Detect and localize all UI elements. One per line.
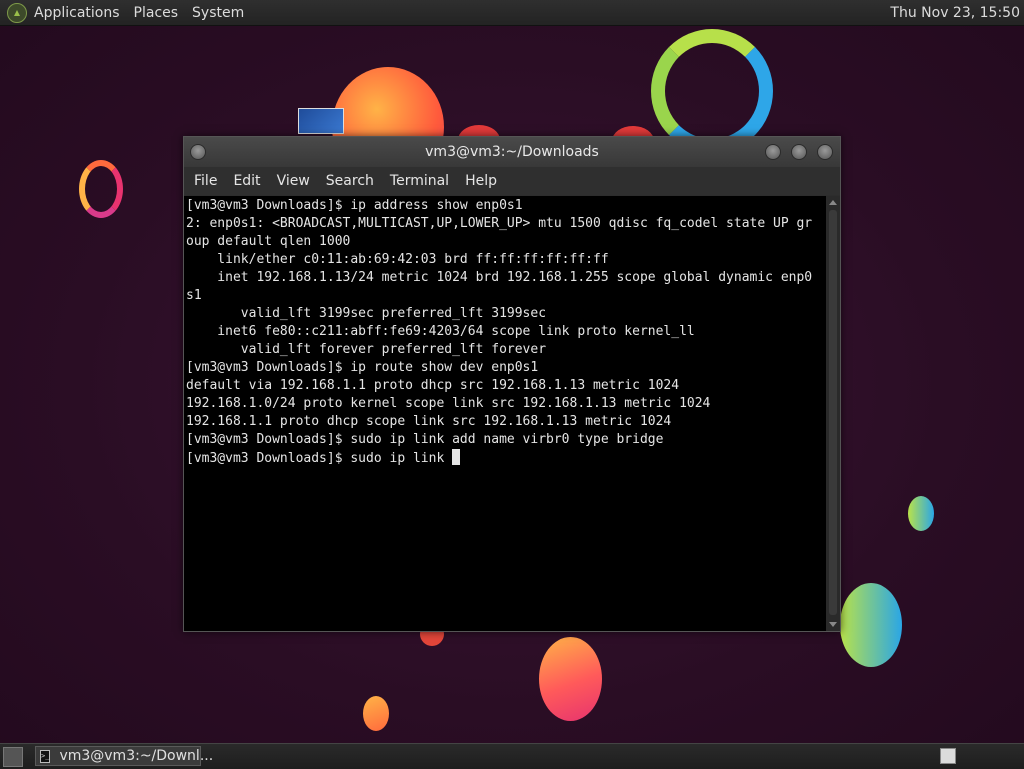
terminal-line: link/ether c0:11:ab:69:42:03 brd ff:ff:f… [186,252,609,267]
titlebar[interactable]: vm3@vm3:~/Downloads [184,137,840,167]
scrollbar[interactable] [826,196,840,631]
maximize-icon[interactable] [791,144,807,160]
window-title: vm3@vm3:~/Downloads [425,144,599,160]
terminal-line: valid_lft forever preferred_lft forever [186,342,547,357]
terminal-line: inet6 fe80::c211:abff:fe69:4203/64 scope… [186,324,695,339]
decor-orange-pink-large [539,637,602,721]
decor-ring-top [651,29,773,153]
workspace-switcher[interactable] [940,748,956,764]
terminal-line: valid_lft 3199sec preferred_lft 3199sec [186,306,547,321]
show-desktop-icon[interactable] [3,747,23,767]
desktop-icon[interactable] [298,108,344,134]
terminal-cursor [452,449,461,465]
terminal-line: oup default qlen 1000 [186,234,351,249]
menu-edit[interactable]: Edit [233,173,260,189]
terminal-output[interactable]: [vm3@vm3 Downloads]$ ip address show enp… [184,196,826,631]
terminal-line: s1 [186,288,202,303]
menu-view[interactable]: View [277,173,310,189]
close-icon[interactable] [817,144,833,160]
menubar: File Edit View Search Terminal Help [184,167,840,195]
menu-places[interactable]: Places [134,5,179,21]
decor-ring-left [79,160,123,218]
taskbar-terminal-button[interactable]: >_ vm3@vm3:~/Downl... [35,746,213,766]
terminal-line: [vm3@vm3 Downloads]$ sudo ip link add na… [186,432,664,447]
top-panel: Applications Places System Thu Nov 23, 1… [0,0,1024,26]
terminal-icon: >_ [40,749,51,763]
menu-system[interactable]: System [192,5,244,21]
scroll-up-arrow-icon[interactable] [829,200,837,205]
minimize-icon[interactable] [765,144,781,160]
terminal-line: [vm3@vm3 Downloads]$ ip address show enp… [186,198,523,213]
scroll-down-arrow-icon[interactable] [829,622,837,627]
terminal-line: [vm3@vm3 Downloads]$ ip route show dev e… [186,360,539,375]
terminal-line: 192.168.1.1 proto dhcp scope link src 19… [186,414,672,429]
scroll-thumb[interactable] [829,210,837,615]
decor-blue-green-small [908,496,934,531]
gnome-foot-icon[interactable] [7,2,27,23]
terminal-input-line[interactable]: [vm3@vm3 Downloads]$ sudo ip link [186,449,826,468]
menu-file[interactable]: File [194,173,217,189]
menu-terminal[interactable]: Terminal [390,173,449,189]
terminal-line: 2: enp0s1: <BROADCAST,MULTICAST,UP,LOWER… [186,216,813,231]
clock[interactable]: Thu Nov 23, 15:50 [890,5,1020,21]
menu-help[interactable]: Help [465,173,497,189]
decor-orange-small [363,696,389,731]
terminal-line: 192.168.1.0/24 proto kernel scope link s… [186,396,711,411]
terminal-prompt-input[interactable]: [vm3@vm3 Downloads]$ sudo ip link [186,451,452,466]
menu-search[interactable]: Search [326,173,374,189]
bottom-panel: >_ vm3@vm3:~/Downl... [0,743,1024,769]
taskbar-terminal-label: vm3@vm3:~/Downl... [59,748,214,764]
terminal-line: default via 192.168.1.1 proto dhcp src 1… [186,378,680,393]
decor-blue-green-large [840,583,902,667]
terminal-line: inet 192.168.1.13/24 metric 1024 brd 192… [186,270,813,285]
menu-applications[interactable]: Applications [34,5,120,21]
terminal-window: vm3@vm3:~/Downloads File Edit View Searc… [183,136,841,632]
